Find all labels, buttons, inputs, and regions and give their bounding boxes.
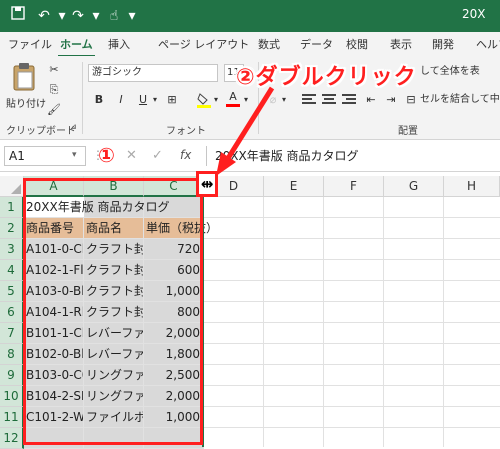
double-click-callout: ②ダブルクリック [236, 65, 417, 90]
